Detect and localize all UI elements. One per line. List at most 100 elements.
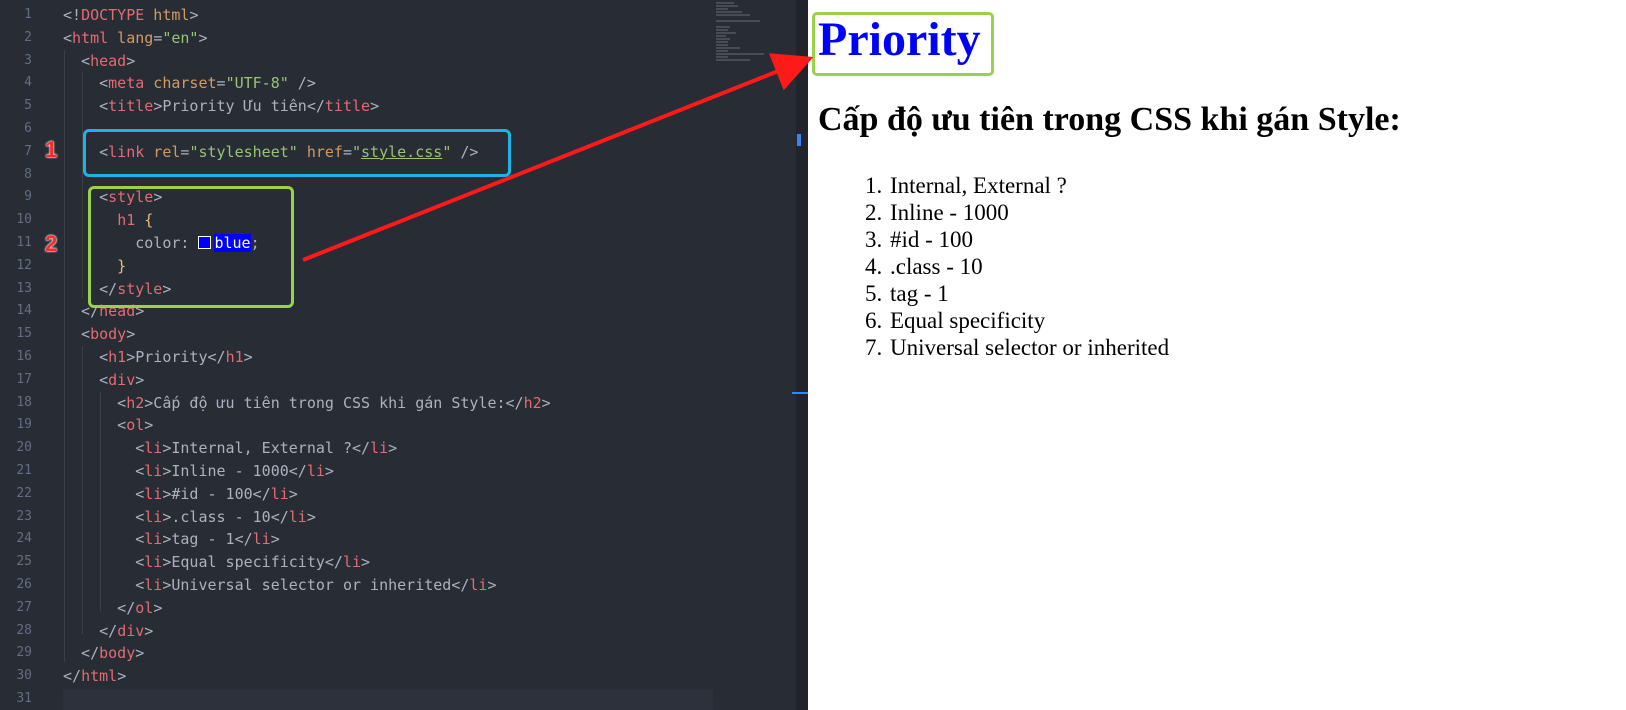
line-number: 19 bbox=[16, 417, 32, 433]
line-number: 7 bbox=[24, 143, 32, 159]
code-token: h2 bbox=[126, 393, 145, 412]
line-number: 13 bbox=[16, 280, 32, 296]
code-token: = bbox=[153, 28, 163, 47]
line-number: 30 bbox=[16, 668, 32, 684]
code-line[interactable]: </div> bbox=[63, 620, 723, 643]
minimap[interactable] bbox=[716, 2, 796, 66]
code-token: > bbox=[243, 347, 253, 366]
code-token: li bbox=[144, 461, 163, 480]
line-number: 16 bbox=[16, 348, 32, 364]
code-token: > bbox=[288, 484, 298, 503]
code-token: > bbox=[361, 553, 371, 572]
code-line[interactable]: <h1>Priority</h1> bbox=[63, 346, 723, 369]
code-token: title bbox=[324, 97, 371, 116]
line-number: 25 bbox=[16, 554, 32, 570]
code-token: li bbox=[469, 575, 488, 594]
code-token: html bbox=[144, 6, 190, 24]
code-token: > bbox=[541, 393, 551, 412]
code-token: h2 bbox=[523, 393, 542, 412]
code-token: >Internal, External ?</ bbox=[162, 439, 371, 458]
list-item: tag - 1 bbox=[888, 280, 1169, 307]
code-token: < bbox=[63, 74, 109, 93]
code-token: > bbox=[144, 621, 154, 640]
line-number: 8 bbox=[24, 166, 32, 182]
code-line[interactable]: <meta charset="UTF-8" /> bbox=[63, 72, 723, 95]
scrollbar-cursor-marker bbox=[792, 392, 808, 394]
code-token: lang bbox=[108, 28, 154, 47]
code-token: >Priority</ bbox=[126, 347, 226, 366]
line-number: 14 bbox=[16, 303, 32, 319]
code-line[interactable]: <head> bbox=[63, 50, 723, 73]
code-token: >Priority Ưu tiên</ bbox=[153, 97, 325, 116]
code-line[interactable]: <li>.class - 10</li> bbox=[63, 506, 723, 529]
code-token: >Cấp độ ưu tiên trong CSS khi gán Style:… bbox=[144, 393, 524, 412]
code-token: li bbox=[144, 484, 163, 503]
code-token: < bbox=[63, 28, 73, 47]
code-token: li bbox=[370, 439, 389, 458]
code-token: "UTF-8" bbox=[225, 74, 289, 93]
code-token: < bbox=[63, 51, 91, 70]
code-token: < bbox=[63, 439, 145, 458]
code-token: > bbox=[144, 416, 154, 435]
line-number: 6 bbox=[24, 120, 32, 136]
code-token: h1 bbox=[108, 347, 127, 366]
code-token: div bbox=[117, 621, 145, 640]
browser-preview: Priority Cấp độ ưu tiên trong CSS khi gá… bbox=[808, 0, 1626, 710]
code-line[interactable]: <h2>Cấp độ ưu tiên trong CSS khi gán Sty… bbox=[63, 392, 723, 415]
h1-highlight-box bbox=[812, 12, 994, 76]
code-token: head bbox=[90, 51, 127, 70]
code-line[interactable]: <li>Inline - 1000</li> bbox=[63, 460, 723, 483]
code-token: < bbox=[63, 553, 145, 572]
code-editor[interactable]: 1 2 3 4 5 6 7 8 9 10 11 12 13 14 15 16 17 18 19 20 21 22 23 24 2… bbox=[0, 0, 808, 710]
code-token: < bbox=[63, 530, 145, 549]
code-line[interactable]: <li>Equal specificity</li> bbox=[63, 551, 723, 574]
code-line[interactable]: <body> bbox=[63, 323, 723, 346]
code-line[interactable] bbox=[63, 688, 723, 710]
code-token: li bbox=[288, 507, 307, 526]
code-line[interactable]: </ol> bbox=[63, 597, 723, 620]
list-item: Equal specificity bbox=[888, 307, 1169, 334]
code-token: charset bbox=[144, 74, 217, 93]
code-line[interactable]: <html lang="en"> bbox=[63, 27, 723, 50]
line-number: 31 bbox=[16, 690, 32, 706]
editor-scrollbar[interactable] bbox=[796, 0, 808, 710]
code-token: > bbox=[117, 667, 127, 686]
code-line[interactable]: <title>Priority Ưu tiên</title> bbox=[63, 95, 723, 118]
code-token: < bbox=[63, 507, 145, 526]
code-token: DOCTYPE bbox=[81, 6, 145, 24]
list-item: .class - 10 bbox=[888, 253, 1169, 280]
code-line[interactable]: <li>Internal, External ?</li> bbox=[63, 437, 723, 460]
code-token: > bbox=[135, 644, 145, 663]
line-number: 23 bbox=[16, 508, 32, 524]
line-number: 4 bbox=[24, 75, 32, 91]
code-token: li bbox=[144, 439, 163, 458]
code-token: >tag - 1</ bbox=[162, 530, 253, 549]
code-line[interactable]: </body> bbox=[63, 642, 723, 665]
line-number: 24 bbox=[16, 531, 32, 547]
code-line[interactable]: <li>tag - 1</li> bbox=[63, 528, 723, 551]
code-line[interactable]: <li>Universal selector or inherited</li> bbox=[63, 574, 723, 597]
code-token: body bbox=[99, 644, 136, 663]
code-token: li bbox=[252, 530, 271, 549]
line-number: 28 bbox=[16, 622, 32, 638]
scrollbar-marker bbox=[797, 134, 801, 146]
code-token: li bbox=[306, 461, 325, 480]
code-token: < bbox=[63, 325, 91, 344]
code-token: > bbox=[270, 530, 280, 549]
line-number: 22 bbox=[16, 485, 32, 501]
code-token: </ bbox=[63, 598, 136, 617]
code-token: < bbox=[63, 575, 145, 594]
code-line[interactable]: <ol> bbox=[63, 414, 723, 437]
code-line[interactable]: <li>#id - 100</li> bbox=[63, 483, 723, 506]
line-number-gutter: 1 2 3 4 5 6 7 8 9 10 11 12 13 14 15 16 17 18 19 20 21 22 23 24 2… bbox=[0, 4, 32, 710]
code-lines[interactable]: <!DOCTYPE html> <html lang="en"> <head> <… bbox=[63, 4, 723, 710]
code-line[interactable]: <div> bbox=[63, 369, 723, 392]
line-number: 29 bbox=[16, 645, 32, 661]
line-number: 5 bbox=[24, 98, 32, 114]
line-number: 3 bbox=[24, 52, 32, 68]
code-line[interactable]: </html> bbox=[63, 665, 723, 688]
line-number: 20 bbox=[16, 440, 32, 456]
code-token: < bbox=[63, 97, 109, 116]
code-line[interactable]: <!DOCTYPE html> bbox=[63, 4, 723, 27]
code-token: > bbox=[126, 325, 136, 344]
